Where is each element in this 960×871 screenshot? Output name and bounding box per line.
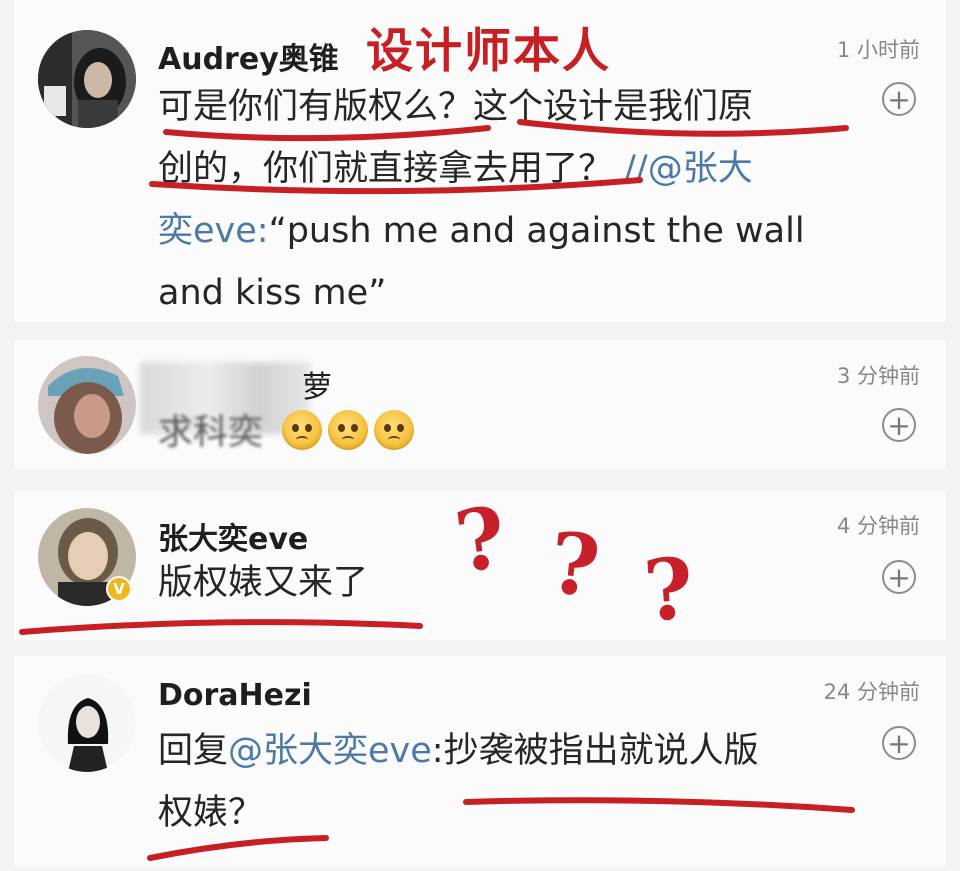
mention-link[interactable]: @张大奕eve <box>228 731 432 771</box>
annotation-title: 设计师本人 <box>366 24 611 79</box>
comment-line: 可是你们有版权么？这个设计是我们原 <box>158 87 754 127</box>
comment-line: 创的，你们就直接拿去用了？ //@张大 <box>158 138 888 200</box>
add-icon[interactable]: + <box>882 408 916 442</box>
username[interactable]: Audrey奥锥 <box>158 34 339 78</box>
avatar[interactable] <box>38 356 136 454</box>
mention-link[interactable]: //@张大 <box>613 149 753 189</box>
timestamp: 3 分钟前 <box>836 364 920 388</box>
avatar-photo <box>38 356 136 454</box>
username[interactable]: DoraHezi <box>158 678 312 713</box>
reply-prefix: 回复 <box>158 731 229 771</box>
comment-item: 萝 3 分钟前 + 求科奕 <box>14 340 946 470</box>
mention-link[interactable]: 奕eve: <box>158 211 269 251</box>
add-icon[interactable]: + <box>882 726 916 760</box>
comment-text: 回复@张大奕eve:抄袭被指出就说人版 权婊？ <box>158 720 858 844</box>
question-mark-annotation: ? <box>640 538 697 641</box>
reply-text: :抄袭被指出就说人版 <box>431 731 759 771</box>
comment-text: 可是你们有版权么？这个设计是我们原 创的，你们就直接拿去用了？ //@张大 奕e… <box>158 76 888 324</box>
comment-line: 权婊？ <box>158 793 264 833</box>
comment-line: and kiss me” <box>158 273 387 313</box>
comment-line: 回复@张大奕eve:抄袭被指出就说人版 <box>158 720 858 782</box>
verified-badge-icon: V <box>106 576 132 602</box>
worried-emoji-icon <box>374 410 414 450</box>
quote-text: “push me and against the wall <box>268 211 805 251</box>
timestamp: 1 小时前 <box>836 38 920 62</box>
avatar[interactable] <box>38 30 136 128</box>
avatar-photo <box>38 30 136 128</box>
comment-text: 求科奕 <box>158 413 264 453</box>
username[interactable]: 萝 <box>302 362 332 406</box>
timestamp: 24 分钟前 <box>823 680 920 704</box>
worried-emoji-icon <box>328 410 368 450</box>
comment-line-text: 创的，你们就直接拿去用了？ <box>158 149 614 189</box>
avatar-photo <box>38 674 136 772</box>
avatar[interactable] <box>38 674 136 772</box>
timestamp: 4 分钟前 <box>836 514 920 538</box>
comment-line: 奕eve:“push me and against the wall <box>158 200 888 262</box>
question-mark-annotation: ? <box>544 512 605 617</box>
comment-text: 版权婊又来了 <box>158 563 369 603</box>
comment-item: DoraHezi 24 分钟前 + 回复@张大奕eve:抄袭被指出就说人版 权婊… <box>14 656 946 868</box>
worried-emoji-icon <box>282 410 322 450</box>
add-icon[interactable]: + <box>882 560 916 594</box>
